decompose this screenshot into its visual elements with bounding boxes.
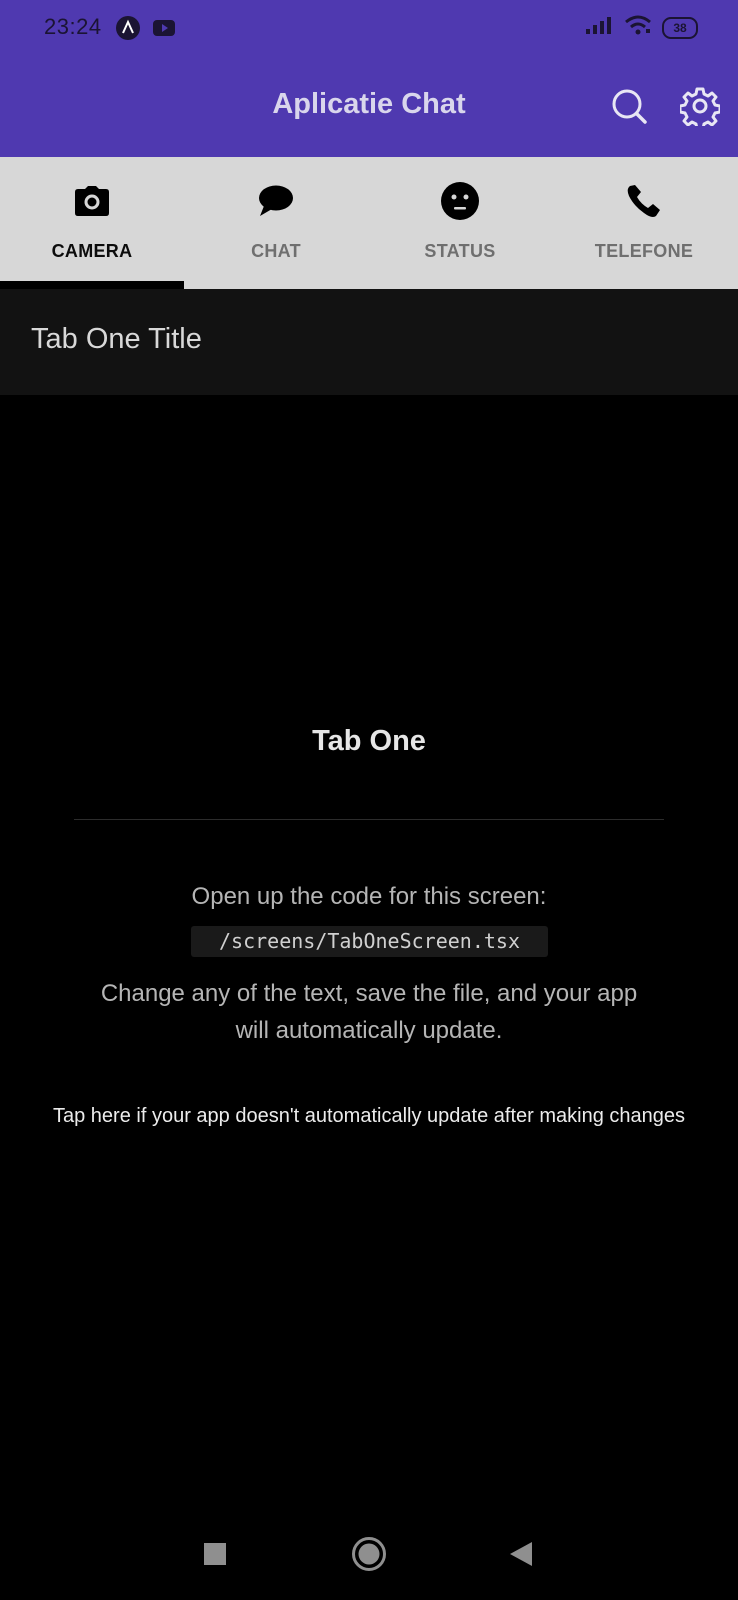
recents-button[interactable] xyxy=(190,1529,240,1579)
tab-telefone[interactable]: TELEFONE xyxy=(552,157,736,289)
home-button[interactable] xyxy=(344,1529,394,1579)
search-icon xyxy=(612,89,647,124)
screen-title: Tab One Title xyxy=(31,323,202,355)
tab-label: CHAT xyxy=(251,241,301,261)
tab-label: CAMERA xyxy=(51,241,133,261)
settings-icon xyxy=(680,87,720,126)
status-bar: 23:24 38 xyxy=(0,0,738,58)
tab-status[interactable]: STATUS xyxy=(368,157,552,289)
status-time: 23:24 xyxy=(44,14,102,39)
content-title: Tab One xyxy=(312,725,426,757)
intro-text: Open up the code for this screen: xyxy=(191,883,547,910)
tab-camera[interactable]: CAMERA xyxy=(0,157,184,289)
square-icon xyxy=(204,1543,226,1565)
separator xyxy=(74,819,664,820)
expo-app-icon xyxy=(116,16,140,40)
code-path: /screens/TabOneScreen.tsx xyxy=(191,926,548,957)
chat-bubble-icon xyxy=(184,181,368,221)
face-icon xyxy=(368,181,552,221)
tab-label: TELEFONE xyxy=(594,241,694,261)
phone-icon xyxy=(552,181,736,221)
help-link[interactable]: Tap here if your app doesn't automatical… xyxy=(50,1103,688,1129)
search-button[interactable] xyxy=(607,84,651,128)
youtube-icon xyxy=(152,16,176,40)
camera-icon xyxy=(0,181,184,221)
navigation-bar xyxy=(0,1507,738,1600)
signal-icon xyxy=(584,15,614,40)
change-text: Change any of the text, save the file, a… xyxy=(100,980,638,1044)
circle-icon xyxy=(352,1537,386,1571)
settings-button[interactable] xyxy=(678,84,722,128)
main-content: Tab One Open up the code for this screen… xyxy=(0,395,738,1507)
tab-label: STATUS xyxy=(424,241,496,261)
status-indicators: 38 xyxy=(584,14,698,41)
screen-header: Tab One Title xyxy=(0,289,738,395)
back-button[interactable] xyxy=(496,1529,546,1579)
tab-bar: CAMERA CHAT STATUS TELEFONE xyxy=(0,157,738,289)
wifi-icon xyxy=(624,14,652,41)
active-tab-indicator xyxy=(0,281,184,289)
back-triangle-icon xyxy=(510,1542,532,1566)
battery-icon: 38 xyxy=(662,16,698,39)
app-header: Aplicatie Chat xyxy=(0,58,738,157)
tab-chat[interactable]: CHAT xyxy=(184,157,368,289)
